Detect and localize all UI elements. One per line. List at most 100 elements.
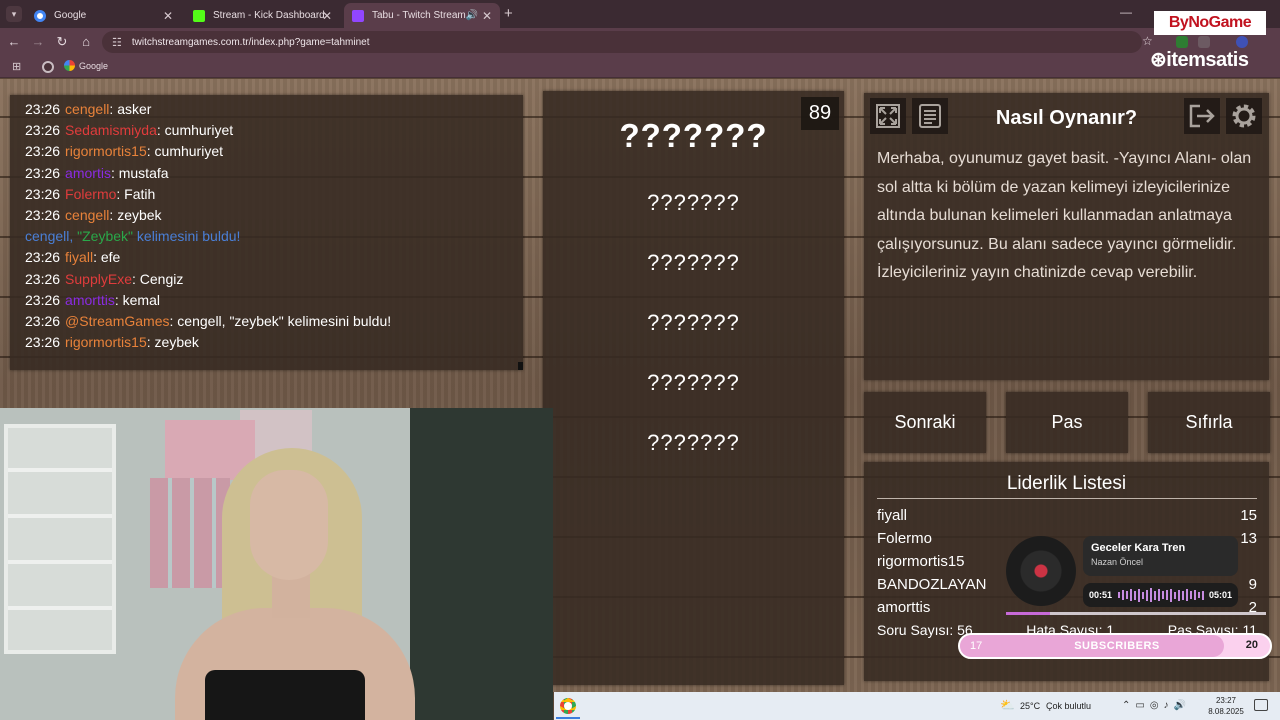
waveform-bar	[1145, 589, 1148, 601]
forbidden-word: ???????	[647, 430, 740, 455]
itemsatis-logo: ⊛itemsatis	[1150, 49, 1249, 71]
waveform-bar	[1117, 592, 1120, 598]
chat-message: 23:26 Folermo: Fatih	[25, 185, 156, 202]
total-time: 05:01	[1208, 590, 1232, 600]
chrome-taskbar-icon[interactable]	[560, 698, 576, 714]
music-player-bar: 00:51 05:01	[1083, 583, 1238, 607]
chat-message: 23:26 cengell: zeybek	[25, 206, 162, 223]
fullscreen-icon[interactable]	[870, 98, 906, 134]
waveform-bar	[1121, 590, 1124, 600]
leaderboard-title: Liderlik Listesi	[1006, 473, 1127, 494]
bookmark-google[interactable]: Google	[64, 60, 108, 71]
bookmarks-bar: ⊞ Google	[0, 56, 1280, 78]
chat-username: Folermo	[65, 185, 117, 202]
waveform-bar	[1165, 590, 1168, 600]
wall-posters	[150, 478, 230, 588]
waveform-bar	[1153, 590, 1156, 600]
pass-button[interactable]: Pas	[1006, 392, 1128, 453]
next-button[interactable]: Sonraki	[864, 392, 986, 453]
vinyl-disc-icon	[1006, 536, 1076, 606]
clock-time: 23:27	[1215, 696, 1237, 705]
address-bar[interactable]: ☷ twitchstreamgames.com.tr/index.php?gam…	[102, 31, 1142, 53]
chat-message: 23:26 rigormortis15: cumhuriyet	[25, 143, 223, 160]
notes-icon[interactable]	[912, 98, 948, 134]
waveform-bar	[1181, 590, 1184, 600]
tab-title: Stream - Kick Dashboard	[213, 10, 325, 21]
weather-temperature[interactable]: 25°C	[1020, 701, 1040, 711]
reset-button[interactable]: Sıfırla	[1148, 392, 1270, 453]
target-word: ???????	[619, 117, 768, 154]
clock-date: 8.08.2025	[1208, 707, 1244, 716]
tab-title: Google	[54, 10, 87, 21]
url-text[interactable]: twitchstreamgames.com.tr/index.php?game=…	[132, 37, 370, 48]
tab-title: Tabu - Twitch Stream Game	[372, 10, 470, 21]
chat-message: 23:26 fiyall: efe	[25, 249, 121, 266]
waveform-icon	[1117, 588, 1205, 602]
close-tab-icon[interactable]: ✕	[482, 9, 492, 23]
how-to-play-panel: Nasıl Oynanır? Merhaba, oyunumuz gayet b…	[864, 93, 1269, 380]
bookmark-star-icon[interactable]: ☆	[1142, 34, 1153, 48]
chat-username: amortis	[65, 164, 111, 181]
weather-description[interactable]: Çok bulutlu	[1046, 701, 1091, 711]
bookshelf	[4, 424, 116, 654]
streamer-face	[250, 470, 328, 580]
forbidden-word: ???????	[647, 250, 740, 275]
subscriber-label: SUBSCRIBERS	[1074, 640, 1160, 652]
chat-username: rigormortis15	[65, 143, 147, 160]
chat-message: 23:26 SupplyExe: Cengiz	[25, 270, 184, 287]
browser-toolbar: ← → ↻ ⌂ ☷ twitchstreamgames.com.tr/index…	[0, 28, 1280, 56]
browser-tab-strip: ▾ Google ✕ Stream - Kick Dashboard ✕ Tab…	[0, 0, 1280, 28]
window-minimize-button[interactable]: —	[1120, 5, 1132, 19]
forbidden-word: ???????	[647, 190, 740, 215]
exit-icon[interactable]	[1184, 98, 1220, 134]
chat-username: Sedamismiyda	[65, 122, 157, 139]
door	[410, 408, 553, 720]
chat-system-message: cengell, "Zeybek" kelimesini buldu!	[25, 228, 241, 245]
site-info-icon[interactable]: ☷	[112, 36, 122, 49]
weather-cloud-icon[interactable]: ⛅	[1000, 698, 1015, 712]
waveform-bar	[1185, 589, 1188, 601]
waveform-bar	[1189, 591, 1192, 599]
system-tray-icons[interactable]: ⌃▭◎♪🔊	[1122, 700, 1191, 711]
new-tab-button[interactable]: +	[504, 5, 513, 22]
chat-username: @StreamGames	[65, 312, 170, 329]
tab-kick-dashboard[interactable]: Stream - Kick Dashboard ✕	[185, 3, 340, 28]
tab-tabu-game[interactable]: Tabu - Twitch Stream Game 🔊 ✕	[344, 3, 500, 28]
twitch-favicon-icon	[352, 9, 364, 22]
waveform-bar	[1169, 588, 1172, 602]
close-tab-icon[interactable]: ✕	[322, 9, 332, 23]
reload-icon[interactable]: ↻	[54, 34, 70, 50]
how-to-play-text: Merhaba, oyunumuz gayet basit. -Yayıncı …	[877, 150, 1252, 282]
chat-message: 23:26 amortis: mustafa	[25, 164, 169, 181]
apps-grid-icon[interactable]: ⊞	[12, 60, 21, 73]
track-title: Geceler Kara Tren	[1091, 542, 1186, 554]
back-arrow-icon[interactable]: ←	[6, 34, 22, 49]
word-card: 89 ??????? ??????? ??????? ??????? ?????…	[543, 91, 844, 685]
gear-icon[interactable]	[1226, 98, 1262, 134]
close-tab-icon[interactable]: ✕	[163, 9, 173, 23]
music-progress-fill	[1006, 612, 1051, 615]
chat-username: cengell	[65, 206, 110, 223]
subscriber-goal-bar: 17 SUBSCRIBERS 20	[958, 633, 1272, 659]
waveform-bar	[1133, 590, 1136, 600]
chat-message: 23:26 Sedamismiyda: cumhuriyet	[25, 122, 234, 139]
subscriber-goal: 20	[1245, 639, 1258, 651]
tab-search-button[interactable]: ▾	[6, 6, 22, 22]
notification-icon[interactable]	[1254, 699, 1268, 711]
waveform-bar	[1137, 588, 1140, 602]
chat-scrollbar[interactable]	[518, 362, 523, 370]
chat-username: SupplyExe	[65, 270, 132, 287]
forward-arrow-icon[interactable]: →	[30, 34, 46, 49]
waveform-bar	[1173, 591, 1176, 599]
how-to-play-title: Nasıl Oynanır?	[995, 107, 1138, 129]
leaderboard-row: fiyall 15	[877, 507, 1257, 524]
now-playing-card: Geceler Kara Tren Nazan Öncel	[1083, 536, 1238, 576]
bookmark-globe-icon[interactable]	[42, 61, 54, 73]
taskbar-clock[interactable]: 23:27 8.08.2025	[1206, 695, 1246, 717]
itemsatis-logo-icon: ⊛	[1150, 49, 1167, 71]
active-app-indicator	[556, 717, 580, 719]
waveform-bar	[1129, 589, 1132, 601]
home-icon[interactable]: ⌂	[78, 34, 94, 49]
audio-playing-icon[interactable]: 🔊	[466, 10, 478, 21]
tab-google[interactable]: Google ✕	[26, 3, 181, 28]
